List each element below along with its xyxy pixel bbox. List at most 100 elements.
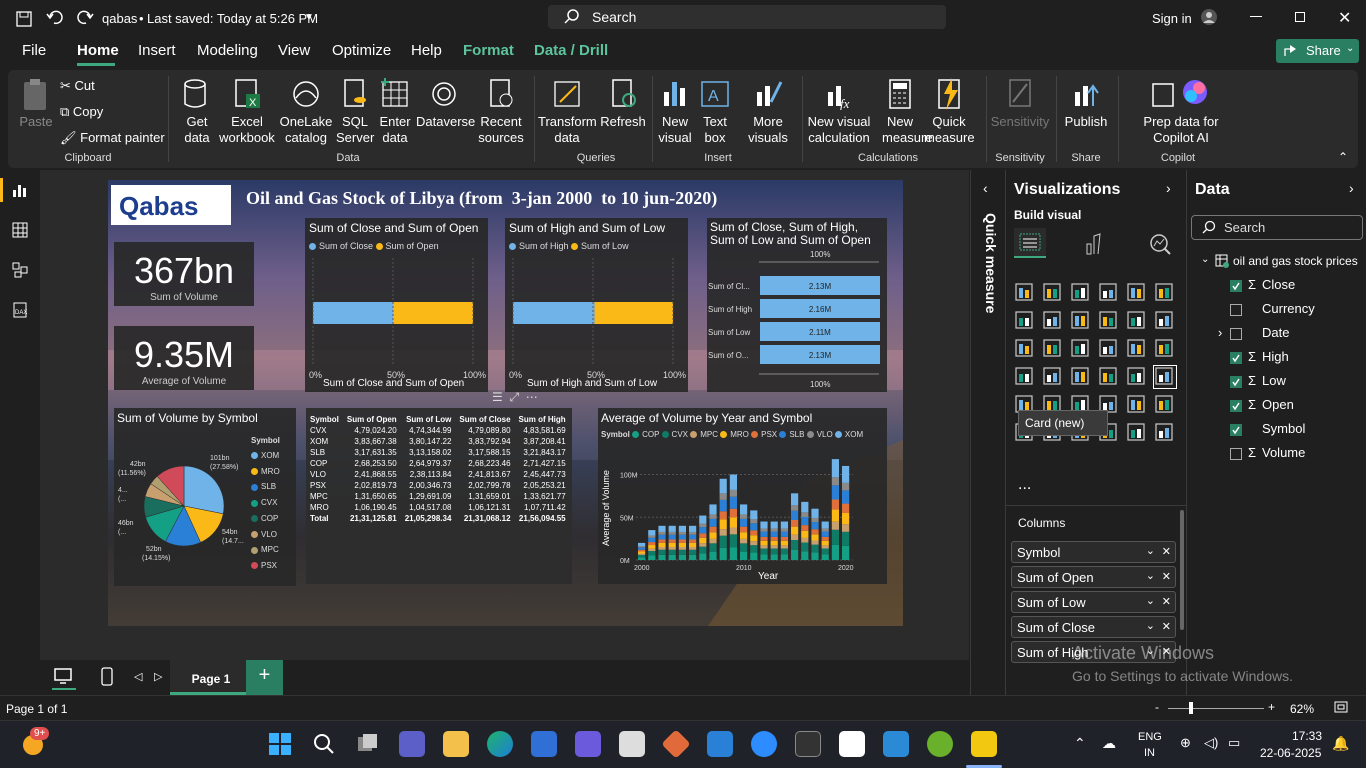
stack-segment[interactable] — [668, 525, 676, 532]
stack-segment[interactable] — [770, 548, 778, 555]
publish-button[interactable]: Publish — [1062, 78, 1110, 130]
start-icon[interactable] — [267, 731, 293, 757]
column-header[interactable]: Symbol — [306, 414, 343, 425]
stack-segment[interactable] — [668, 554, 676, 560]
vscode-icon[interactable] — [883, 731, 909, 757]
remove-field-icon[interactable]: ✕ — [1162, 595, 1171, 608]
card-icon[interactable] — [1014, 366, 1036, 388]
mobile-view-icon[interactable] — [100, 667, 114, 687]
menu-optimize[interactable]: Optimize — [332, 42, 391, 59]
summary-table[interactable]: Symbol Sum of Open Sum of Low Sum of Close S… — [306, 408, 572, 584]
matrix-icon[interactable] — [1042, 366, 1064, 388]
avg-volume-by-year-chart[interactable]: Average of Volume by Year and Symbol Sym… — [598, 408, 887, 584]
recent-sources-button[interactable]: Recent sources — [472, 78, 530, 146]
stack-segment[interactable] — [668, 531, 676, 535]
store-icon[interactable] — [531, 731, 557, 757]
onelake-catalog-button[interactable]: OneLake catalog — [276, 78, 336, 146]
stack-segment[interactable] — [811, 552, 819, 560]
stack-segment[interactable] — [729, 527, 737, 535]
stack-segment[interactable] — [831, 544, 839, 560]
field-checkbox[interactable] — [1230, 399, 1242, 412]
stack-segment[interactable] — [842, 512, 850, 525]
stack-segment[interactable] — [821, 554, 829, 560]
stack-segment[interactable] — [770, 554, 778, 560]
stack-segment[interactable] — [801, 501, 809, 513]
stack-segment[interactable] — [780, 521, 788, 529]
stack-segment[interactable] — [678, 531, 686, 535]
chevron-down-icon[interactable]: ⌄ — [1201, 254, 1209, 265]
close-open-chart[interactable]: Sum of Close and Sum of Open Sum of Clos… — [305, 218, 488, 392]
stack-segment[interactable] — [760, 540, 768, 546]
stack-segment[interactable] — [821, 528, 829, 532]
stack-segment[interactable] — [719, 535, 727, 548]
maximize-button[interactable] — [1295, 12, 1305, 22]
stack-segment[interactable] — [831, 521, 839, 530]
stack-segment[interactable] — [831, 459, 839, 478]
stack-segment[interactable] — [760, 545, 768, 549]
field-checkbox[interactable] — [1230, 423, 1242, 436]
funnel-icon[interactable] — [1042, 338, 1064, 360]
bell-icon[interactable]: 🔔 — [1332, 735, 1349, 752]
stack-segment[interactable] — [699, 543, 707, 547]
task-view-icon[interactable] — [355, 731, 381, 757]
treemap-icon[interactable] — [1154, 338, 1176, 360]
field-checkbox[interactable] — [1230, 303, 1242, 316]
donut-icon[interactable] — [1126, 338, 1148, 360]
stack-segment[interactable] — [678, 534, 686, 540]
stack-segment[interactable] — [658, 547, 666, 550]
stack-segment[interactable] — [729, 508, 737, 518]
more-visuals-button[interactable]: More visuals — [738, 78, 798, 146]
stack-segment[interactable] — [821, 540, 829, 546]
stack-segment[interactable] — [811, 529, 819, 535]
desktop-view-icon[interactable] — [52, 666, 76, 690]
menu-format[interactable]: Format — [463, 42, 514, 59]
scatter-icon[interactable] — [1070, 338, 1092, 360]
stack-segment[interactable] — [678, 547, 686, 550]
model-view-icon[interactable] — [12, 262, 28, 278]
format-painter-button[interactable]: 🖌 Format painter — [60, 130, 170, 146]
remove-field-icon[interactable]: ✕ — [1162, 570, 1171, 583]
stack-segment[interactable] — [648, 548, 656, 552]
stack-segment[interactable] — [760, 528, 768, 532]
add-page-button[interactable]: + — [246, 660, 283, 695]
stack-segment[interactable] — [638, 549, 646, 552]
stack-segment[interactable] — [648, 535, 656, 538]
stack-segment[interactable] — [801, 516, 809, 526]
quick-measure-pane[interactable]: ‹ Quick measure — [970, 170, 1005, 695]
stack-segment[interactable] — [821, 548, 829, 555]
stack-segment[interactable] — [780, 528, 788, 532]
chevron-down-icon[interactable]: ⌄ — [1146, 619, 1155, 632]
field-item[interactable]: Currency — [1230, 301, 1315, 316]
stack-segment[interactable] — [831, 529, 839, 545]
focus-mode-icon[interactable]: ⤢ — [509, 390, 519, 404]
stack-segment[interactable] — [811, 540, 819, 545]
stack-segment[interactable] — [729, 547, 737, 560]
stack-segment[interactable] — [689, 554, 697, 560]
chevron-left-icon[interactable]: ‹ — [983, 180, 988, 196]
stack-segment[interactable] — [750, 552, 758, 560]
enter-data-button[interactable]: Enter data — [376, 78, 414, 146]
stack-segment[interactable] — [780, 540, 788, 546]
stack-segment[interactable] — [770, 528, 778, 532]
stack-segment[interactable] — [719, 511, 727, 520]
undo-icon[interactable] — [46, 9, 64, 25]
stack-segment[interactable] — [842, 465, 850, 483]
volume-by-symbol-pie[interactable]: Sum of Volume by Symbol 101bn (27.58%) 54b… — [114, 408, 296, 586]
text-box-button[interactable]: A Text box — [698, 78, 732, 146]
stack-segment[interactable] — [638, 542, 646, 546]
stack-segment[interactable] — [791, 534, 799, 540]
stack-segment[interactable] — [658, 534, 666, 540]
stack-segment[interactable] — [740, 532, 748, 539]
copy-button[interactable]: ⧉ Copy — [60, 104, 160, 120]
power-apps-icon[interactable] — [1126, 422, 1148, 444]
stack-segment[interactable] — [648, 551, 656, 556]
stack-segment[interactable] — [668, 539, 676, 543]
stack-segment[interactable] — [719, 519, 727, 530]
menu-help[interactable]: Help — [411, 42, 442, 59]
stack-segment[interactable] — [740, 518, 748, 527]
refresh-button[interactable]: Refresh — [600, 78, 646, 130]
bar-segment[interactable] — [594, 302, 673, 324]
snipping-icon[interactable] — [619, 731, 645, 757]
stack-segment[interactable] — [770, 531, 778, 537]
column-header[interactable]: Sum of Low — [401, 414, 456, 425]
